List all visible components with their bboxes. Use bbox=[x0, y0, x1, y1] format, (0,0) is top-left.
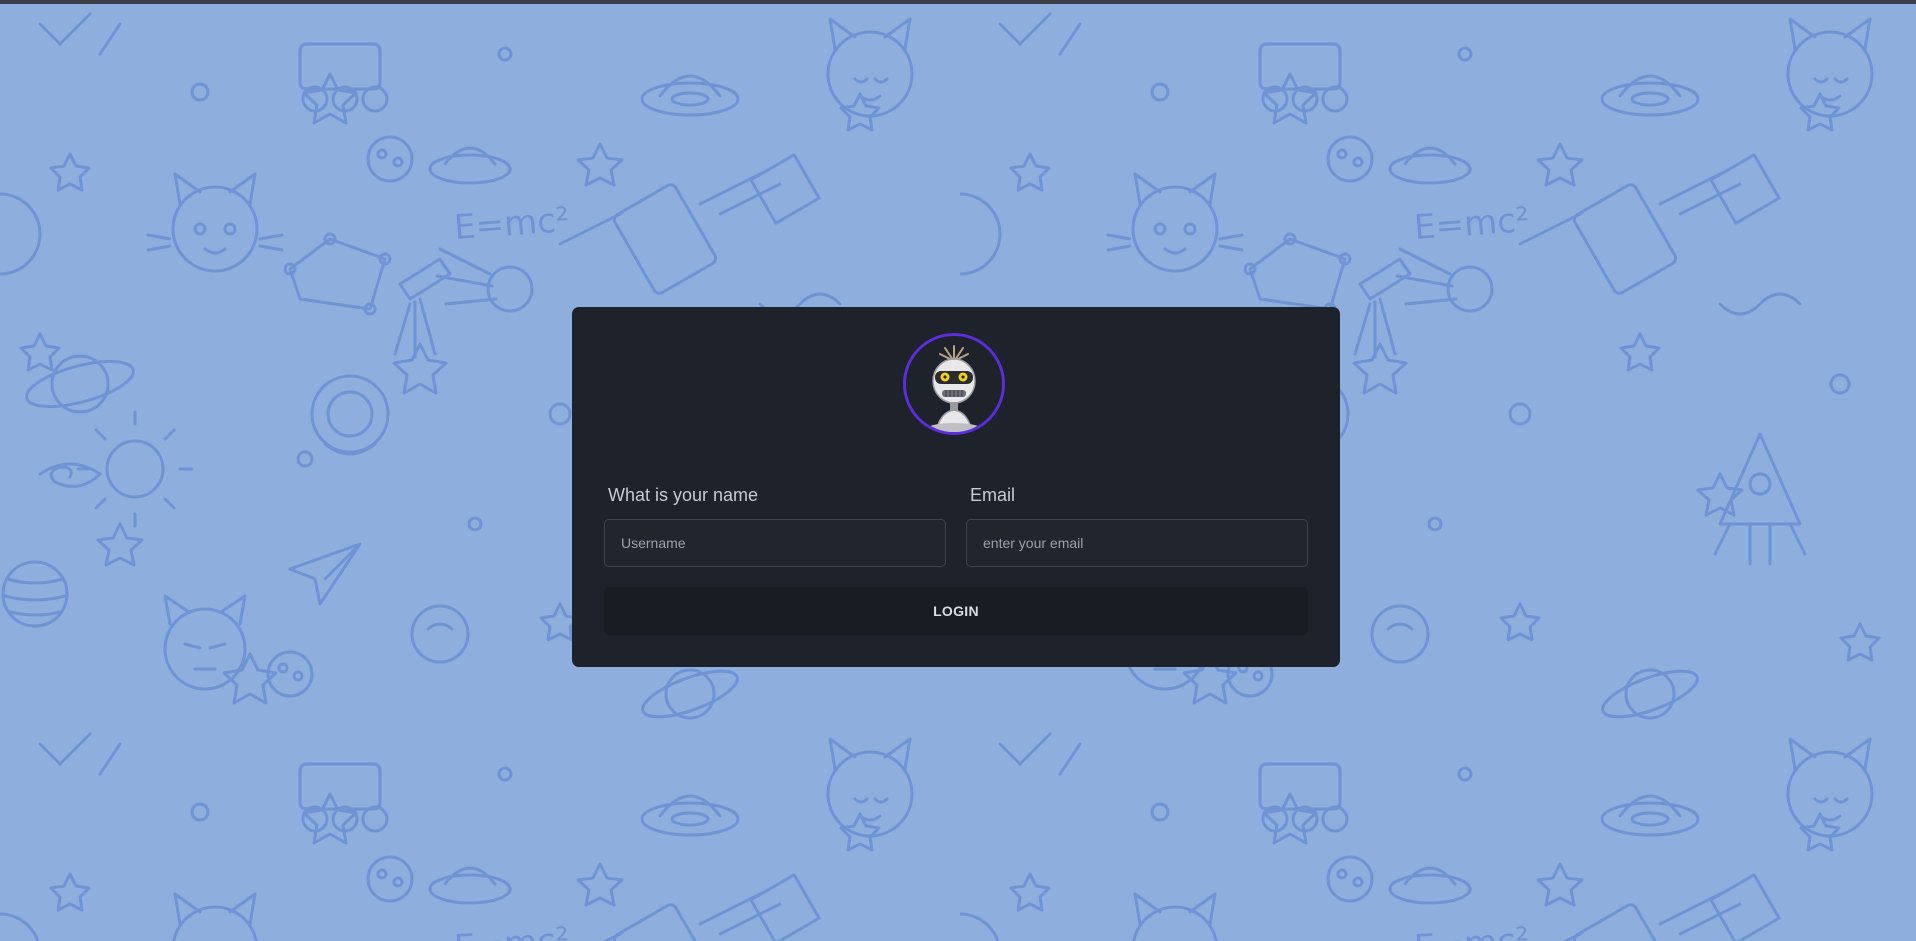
login-button[interactable]: LOGIN bbox=[604, 587, 1308, 635]
robot-mascot-icon bbox=[903, 333, 1005, 435]
email-input[interactable] bbox=[966, 519, 1308, 567]
login-card: What is your name Email LOGIN bbox=[572, 307, 1340, 667]
username-input[interactable] bbox=[604, 519, 946, 567]
email-label: Email bbox=[970, 485, 1016, 505]
name-label: What is your name bbox=[608, 485, 759, 505]
